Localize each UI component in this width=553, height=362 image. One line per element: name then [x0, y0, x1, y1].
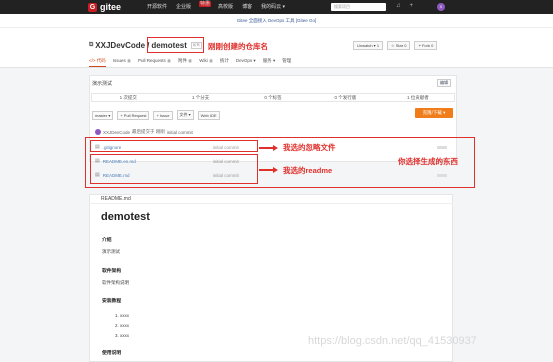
avatar[interactable]: X: [437, 3, 445, 11]
nav-education[interactable]: 高校版: [218, 3, 233, 10]
watch-label: Unwatch ▾: [357, 43, 376, 48]
tab-issues[interactable]: Issues 0: [113, 58, 131, 67]
star-label: Star: [395, 43, 404, 48]
top-icons: ♫ +: [396, 3, 413, 9]
stat-branches[interactable]: 1 个分支: [164, 94, 236, 101]
web-ide-button[interactable]: Web IDE: [197, 110, 220, 120]
search-input[interactable]: 搜索项目: [331, 3, 386, 11]
readme-install-step: 3. xxxx: [115, 333, 130, 338]
tab-attachments-count: 0: [188, 59, 193, 63]
repo-owner[interactable]: XXJDevCode: [95, 41, 145, 50]
gitignore-highlight: [90, 140, 258, 152]
repo-icon: ⧉: [89, 42, 94, 48]
logo-text: gitee: [100, 2, 122, 12]
repo-name-highlight: [147, 37, 204, 53]
tab-wiki-count: 0: [208, 59, 213, 63]
fork-count: 0: [431, 43, 434, 48]
commit-time: 最后提交于 刚刚: [132, 129, 165, 134]
tab-pr-count: 0: [167, 59, 171, 63]
readme-arch-heading: 软件架构: [102, 269, 122, 274]
stat-releases[interactable]: 0 个发行版: [309, 94, 381, 101]
notice-banner[interactable]: Gitee 全面接入 DevOps 工具 [Gitee Go]: [0, 14, 553, 28]
annotation-gitignore: 我选的忽略文件: [283, 143, 336, 152]
fork-button[interactable]: ⑂ Fork 0: [414, 41, 438, 50]
tab-pull-requests[interactable]: Pull Requests 0: [138, 58, 171, 67]
arrow-readme: [259, 167, 278, 172]
tab-attachments[interactable]: 附件 0: [177, 58, 193, 67]
annotation-repo-name: 刚刚创建的仓库名: [208, 42, 268, 51]
repo-stats: 1 次提交 1 个分支 0 个标签 0 个发行版 1 位贡献者: [91, 93, 455, 102]
bell-icon[interactable]: ♫: [396, 3, 401, 9]
star-button[interactable]: ☆ Star 0: [387, 41, 411, 50]
file-menu-button[interactable]: 文件 ▾: [176, 110, 194, 120]
readme-arch-text: 软件架构说明: [102, 280, 129, 285]
new-issue-button[interactable]: + Issue: [153, 110, 173, 120]
repo-toolbar: master ▾ + Pull Request + Issue 文件 ▾ Web…: [92, 110, 220, 120]
commit-author[interactable]: XXJDevCode: [103, 130, 130, 135]
tab-wiki-label: Wiki: [199, 58, 208, 63]
new-pull-request-button[interactable]: + Pull Request: [117, 110, 150, 120]
readme-intro-heading: 介绍: [102, 238, 112, 243]
readme-intro-text: 演示测试: [102, 249, 120, 254]
readme-install-step: 1. xxxx: [115, 313, 130, 318]
edit-button[interactable]: 编辑: [437, 79, 451, 87]
annotation-generated: 你选择生成的东西: [398, 157, 458, 166]
nav-blog[interactable]: 博客: [242, 3, 252, 10]
readme-highlight: [90, 154, 258, 184]
branch-select[interactable]: master ▾: [92, 110, 114, 120]
repo-header: ⧉ XXJDevCode / demotest 私有 Unwatch ▾ 1 ☆…: [0, 28, 553, 68]
nav-my-gitee[interactable]: 我的码云 ▾: [261, 3, 285, 10]
stat-contributors[interactable]: 1 位贡献者: [382, 94, 454, 101]
watch-count: 1: [376, 43, 380, 48]
readme-install-heading: 安装教程: [102, 299, 122, 304]
repo-description: 演示测试: [92, 81, 113, 87]
tab-pr-label: Pull Requests: [138, 58, 166, 63]
commit-avatar: [95, 129, 101, 135]
readme-header: README.md: [89, 194, 453, 204]
nav-enterprise[interactable]: 企业版 特惠: [176, 1, 212, 10]
tab-services[interactable]: 服务 ▾: [263, 58, 276, 67]
tab-code[interactable]: </> 代码: [89, 58, 106, 67]
top-navbar: G gitee 开源软件 企业版 特惠 高校版 博客 我的码云 ▾ 搜索项目 ♫ …: [0, 0, 553, 14]
tab-manage[interactable]: 管理: [282, 58, 291, 67]
tab-code-label: 代码: [96, 58, 106, 63]
tab-wiki[interactable]: Wiki 0: [199, 58, 213, 67]
arrow-gitignore: [259, 145, 278, 150]
watch-button[interactable]: Unwatch ▾ 1: [353, 41, 384, 50]
tab-devops[interactable]: DevOps ▾: [236, 58, 256, 67]
tab-attachments-label: 附件: [177, 58, 187, 63]
last-commit: XXJDevCode 最后提交于 刚刚 initial commit: [95, 129, 193, 135]
tab-issues-count: 0: [127, 59, 131, 63]
tab-stats[interactable]: 统计: [220, 58, 229, 67]
commit-message[interactable]: initial commit: [167, 130, 193, 135]
stat-commits[interactable]: 1 次提交: [92, 94, 164, 101]
nav-enterprise-label: 企业版: [176, 4, 192, 10]
readme-usage-heading: 使用说明: [102, 351, 122, 356]
repo-actions: Unwatch ▾ 1 ☆ Star 0 ⑂ Fork 0: [353, 41, 438, 50]
annotation-readme: 我选的readme: [283, 166, 333, 175]
nav-open-source[interactable]: 开源软件: [147, 3, 167, 10]
gitee-logo[interactable]: G gitee: [88, 2, 121, 12]
gitee-logo-icon: G: [88, 2, 97, 12]
watermark: https://blog.csdn.net/qq_41530937: [308, 335, 477, 347]
readme-title: demotest: [101, 211, 150, 223]
top-nav: 开源软件 企业版 特惠 高校版 博客 我的码云 ▾: [147, 1, 285, 10]
star-count: 0: [404, 43, 407, 48]
repo-tabs: </> 代码 Issues 0 Pull Requests 0 附件 0 Wik…: [89, 58, 291, 67]
plus-icon[interactable]: +: [410, 3, 414, 9]
fork-label: Fork: [421, 43, 430, 48]
stat-tags[interactable]: 0 个标签: [237, 94, 309, 101]
tab-issues-label: Issues: [112, 58, 126, 63]
readme-install-step: 2. xxxx: [115, 323, 130, 328]
hot-badge: 特惠: [199, 1, 212, 7]
clone-download-button[interactable]: 克隆/下载 ▾: [415, 108, 453, 118]
